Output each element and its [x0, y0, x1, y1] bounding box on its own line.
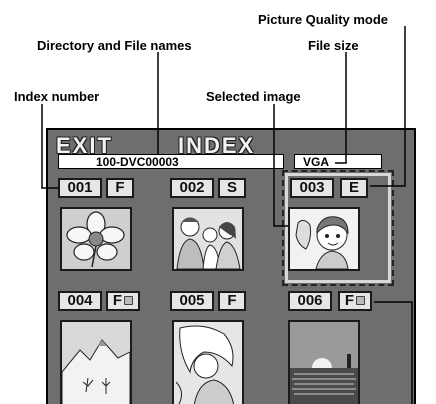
callout-leader-lines — [41, 26, 413, 404]
